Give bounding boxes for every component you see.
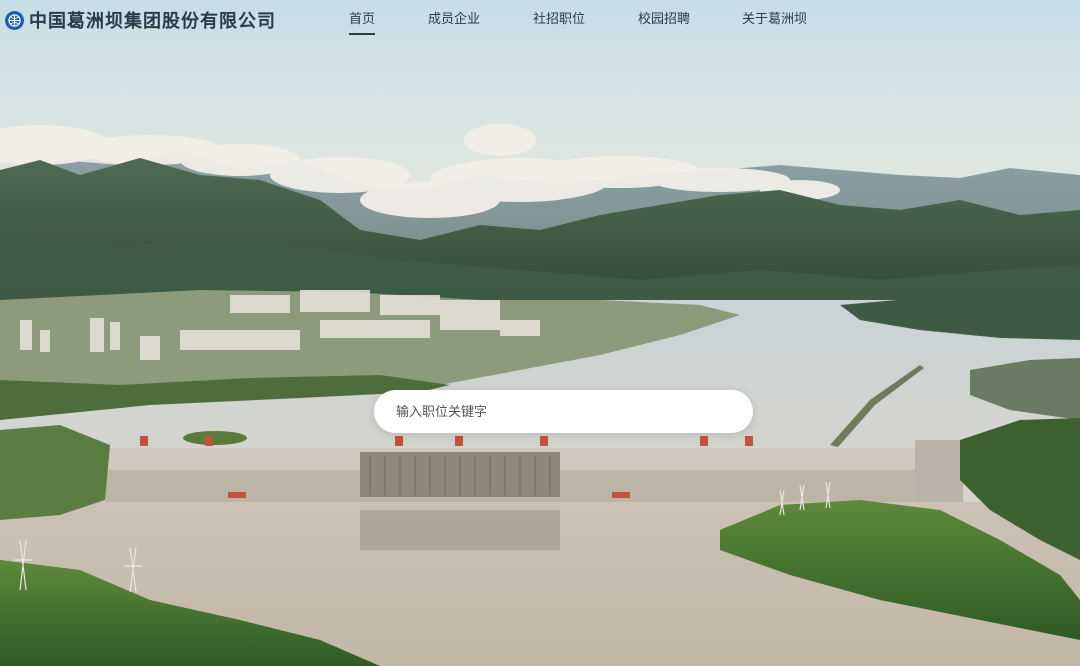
nav-item-home[interactable]: 首页 bbox=[349, 11, 376, 35]
main-nav: 首页 成员企业 社招职位 校园招聘 关于葛洲坝 bbox=[0, 11, 1080, 37]
nav-item-about[interactable]: 关于葛洲坝 bbox=[742, 11, 807, 29]
hero-background-image bbox=[0, 0, 1080, 666]
nav-item-member-companies[interactable]: 成员企业 bbox=[428, 11, 480, 29]
job-search-box bbox=[374, 390, 753, 435]
page: 中国葛洲坝集团股份有限公司 首页 成员企业 社招职位 校园招聘 关于葛洲坝 bbox=[0, 0, 1080, 666]
nav-item-campus-recruitment[interactable]: 校园招聘 bbox=[638, 11, 690, 29]
job-keyword-search-input[interactable] bbox=[394, 390, 738, 435]
site-header: 中国葛洲坝集团股份有限公司 首页 成员企业 社招职位 校园招聘 关于葛洲坝 bbox=[0, 0, 1080, 40]
nav-item-social-recruitment[interactable]: 社招职位 bbox=[533, 11, 585, 29]
